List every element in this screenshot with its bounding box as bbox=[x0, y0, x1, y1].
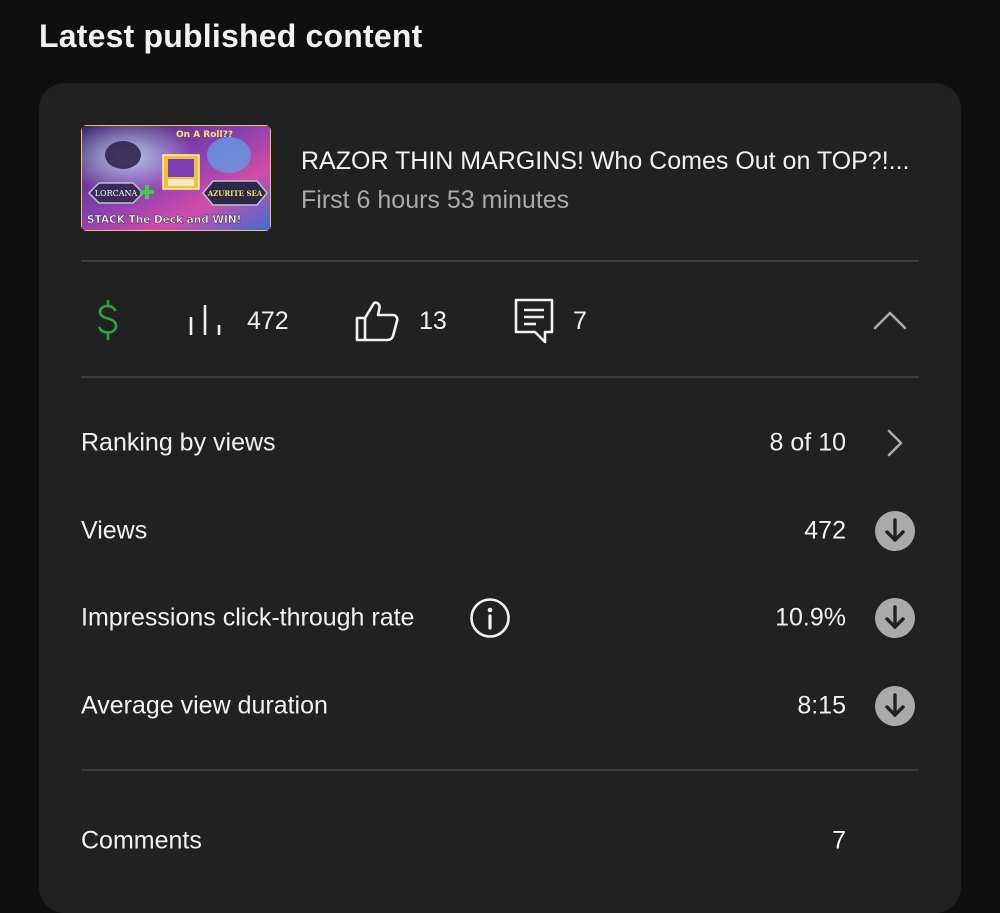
ranking-label: Ranking by views bbox=[81, 428, 276, 457]
video-title[interactable]: RAZOR THIN MARGINS! Who Comes Out on TOP… bbox=[301, 147, 909, 176]
video-row[interactable]: On A Roll?? LORCANA AZURITE SEA STACK Th… bbox=[81, 125, 919, 231]
thumbnail-left-logo: LORCANA bbox=[95, 189, 138, 198]
avd-row: Average view duration 8:15 bbox=[81, 681, 919, 731]
comments-label: Comments bbox=[81, 826, 202, 855]
thumbnail-top-text: On A Roll?? bbox=[176, 130, 233, 140]
arrow-down-circle-icon bbox=[875, 686, 915, 726]
chevron-up-icon[interactable] bbox=[873, 310, 907, 330]
views-count: 472 bbox=[247, 306, 289, 335]
comments-row: Comments 7 bbox=[81, 816, 919, 866]
ranking-row[interactable]: Ranking by views 8 of 10 bbox=[81, 418, 919, 468]
arrow-down-circle-icon bbox=[875, 511, 915, 551]
comments-stat: 7 bbox=[513, 297, 587, 345]
avd-value: 8:15 bbox=[797, 691, 846, 720]
ctr-row: Impressions click-through rate 10.9% bbox=[81, 593, 919, 643]
thumbnail-bottom-text: STACK The Deck and WIN! bbox=[87, 214, 241, 226]
ctr-value: 10.9% bbox=[775, 603, 846, 632]
page-title: Latest published content bbox=[39, 18, 423, 54]
views-value: 472 bbox=[804, 516, 846, 545]
ranking-value: 8 of 10 bbox=[769, 428, 846, 457]
ctr-label: Impressions click-through rate bbox=[81, 603, 415, 632]
thumbnail-right-logo: AZURITE SEA bbox=[207, 189, 263, 198]
views-stat: 472 bbox=[187, 297, 289, 345]
views-label: Views bbox=[81, 516, 148, 545]
quick-stats-row: 472 13 7 bbox=[81, 263, 919, 377]
avd-label: Average view duration bbox=[81, 691, 328, 720]
likes-stat: 13 bbox=[353, 297, 447, 345]
comments-count: 7 bbox=[573, 306, 587, 335]
divider bbox=[81, 260, 919, 262]
arrow-down-circle-icon bbox=[875, 598, 915, 638]
comment-icon bbox=[514, 298, 554, 344]
divider bbox=[81, 376, 919, 378]
bar-chart-icon bbox=[189, 305, 221, 335]
views-row: Views 472 bbox=[81, 506, 919, 556]
comments-value: 7 bbox=[832, 826, 846, 855]
latest-content-card[interactable]: On A Roll?? LORCANA AZURITE SEA STACK Th… bbox=[39, 83, 961, 913]
info-icon[interactable] bbox=[469, 597, 511, 639]
divider bbox=[81, 769, 919, 771]
monetization-stat bbox=[93, 297, 123, 345]
likes-count: 13 bbox=[419, 306, 447, 335]
chevron-right-icon[interactable] bbox=[885, 428, 905, 458]
video-timeframe: First 6 hours 53 minutes bbox=[301, 186, 570, 214]
thumbs-up-icon bbox=[355, 301, 399, 342]
video-thumbnail[interactable]: On A Roll?? LORCANA AZURITE SEA STACK Th… bbox=[81, 125, 271, 231]
dollar-icon bbox=[98, 299, 118, 341]
